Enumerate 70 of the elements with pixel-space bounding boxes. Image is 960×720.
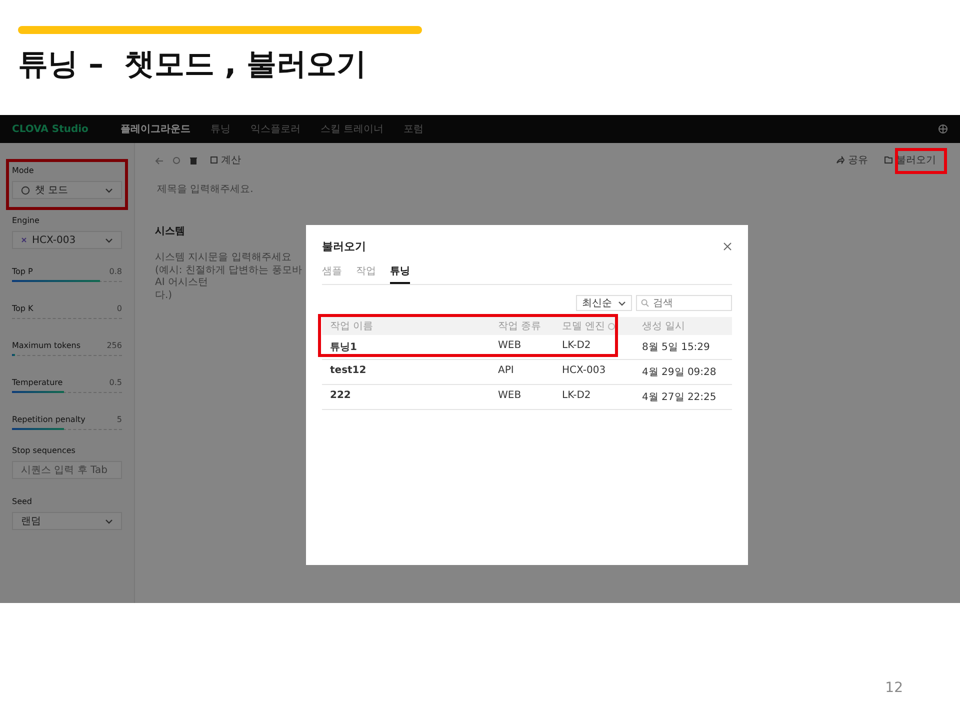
- table-cell: 8월 5일 15:29: [634, 335, 732, 360]
- search-icon: [641, 299, 649, 307]
- field-label: Engine: [12, 216, 40, 225]
- column-header: 작업 종류: [490, 317, 554, 335]
- share-button[interactable]: 공유: [832, 151, 872, 169]
- slider-label: Top K: [12, 304, 34, 313]
- system-prompt-field[interactable]: 시스템 지시문을 입력해주세요 (예시: 친절하게 답변하는 풍모바 AI 어시스턴 다.): [155, 252, 305, 312]
- table-cell: HCX-003: [554, 360, 634, 385]
- highlight-frame: [895, 148, 947, 174]
- slider-reading: 5: [116, 415, 122, 424]
- trash-icon[interactable]: [189, 156, 198, 164]
- undo-icon[interactable]: [155, 156, 164, 164]
- field-label: Seed: [12, 497, 33, 506]
- slider-label: Top P: [12, 267, 33, 276]
- nav-item[interactable]: 플레이그라운드: [120, 122, 190, 136]
- chevron-icon: [618, 299, 626, 307]
- dialog-tab[interactable]: 작업: [356, 264, 376, 284]
- globe-icon[interactable]: [938, 124, 948, 134]
- slider-reading: 0.8: [109, 267, 122, 276]
- title-input[interactable]: 제목을 입력해주세요.: [155, 183, 455, 196]
- chevron-icon: [105, 517, 113, 525]
- load-button[interactable]: 불러오기: [880, 151, 940, 169]
- mode-select[interactable]: 챗 모드: [12, 181, 122, 199]
- folder-icon: [884, 156, 893, 164]
- slider-reading: 256: [106, 341, 122, 350]
- info-icon: [608, 322, 616, 330]
- nav-item[interactable]: 스킬 트레이너: [320, 122, 384, 136]
- nav-item[interactable]: 익스플로러: [250, 122, 300, 136]
- chevron-icon: [105, 186, 113, 194]
- chevron-icon: [105, 236, 113, 244]
- dialog-title: 불러오기: [322, 239, 366, 254]
- sort-select[interactable]: 최신순: [576, 295, 632, 311]
- nav-item[interactable]: 튜닝: [210, 122, 230, 136]
- table-cell: 4월 29일 09:28: [634, 360, 732, 385]
- table-cell: WEB: [490, 385, 554, 410]
- close-icon[interactable]: [723, 242, 732, 251]
- page-number: 12: [885, 680, 903, 696]
- table-cell[interactable]: test12: [322, 360, 490, 385]
- table-cell: API: [490, 360, 554, 385]
- slide-title: 튜닝 – 챗모드 , 불러오기: [18, 46, 368, 84]
- dialog-tab[interactable]: 샘플: [322, 264, 342, 284]
- field-label: Stop sequences: [12, 446, 76, 455]
- slider-label: Temperature: [12, 378, 63, 387]
- reset-icon[interactable]: [172, 156, 181, 164]
- slider-reading: 0: [116, 304, 122, 313]
- column-header: 모델 엔진: [554, 317, 634, 335]
- search-field[interactable]: 검색: [636, 295, 732, 311]
- nav-item[interactable]: 포럼: [404, 122, 424, 136]
- slider-label: Maximum tokens: [12, 341, 80, 350]
- table-cell: LK-D2: [554, 385, 634, 410]
- table-cell: WEB: [490, 335, 554, 360]
- column-header: 작업 이름: [322, 317, 490, 335]
- slider-reading: 0.5: [109, 378, 122, 387]
- slider-label: Repetition penalty: [12, 415, 86, 424]
- engine-select[interactable]: HCX-003: [12, 231, 122, 249]
- column-header: 생성 일시: [634, 317, 732, 335]
- share-icon: [836, 156, 845, 164]
- field-label: Mode: [12, 166, 35, 175]
- seed-select[interactable]: 랜덤: [12, 512, 122, 530]
- calculate-button[interactable]: 계산: [206, 151, 245, 169]
- logo: CLOVA Studio: [12, 124, 88, 134]
- table-cell[interactable]: 222: [322, 385, 490, 410]
- chat-icon: [21, 186, 30, 194]
- table-cell: LK-D2: [554, 335, 634, 360]
- table-cell: 4월 27일 22:25: [634, 385, 732, 410]
- table-cell[interactable]: 튜닝1: [322, 335, 490, 360]
- stop-sequence-field[interactable]: 시퀀스 입력 후 Tab: [12, 461, 122, 479]
- section-heading: 시스템: [155, 225, 186, 238]
- x-icon: [21, 237, 27, 243]
- dialog-tab[interactable]: 튜닝: [390, 264, 410, 284]
